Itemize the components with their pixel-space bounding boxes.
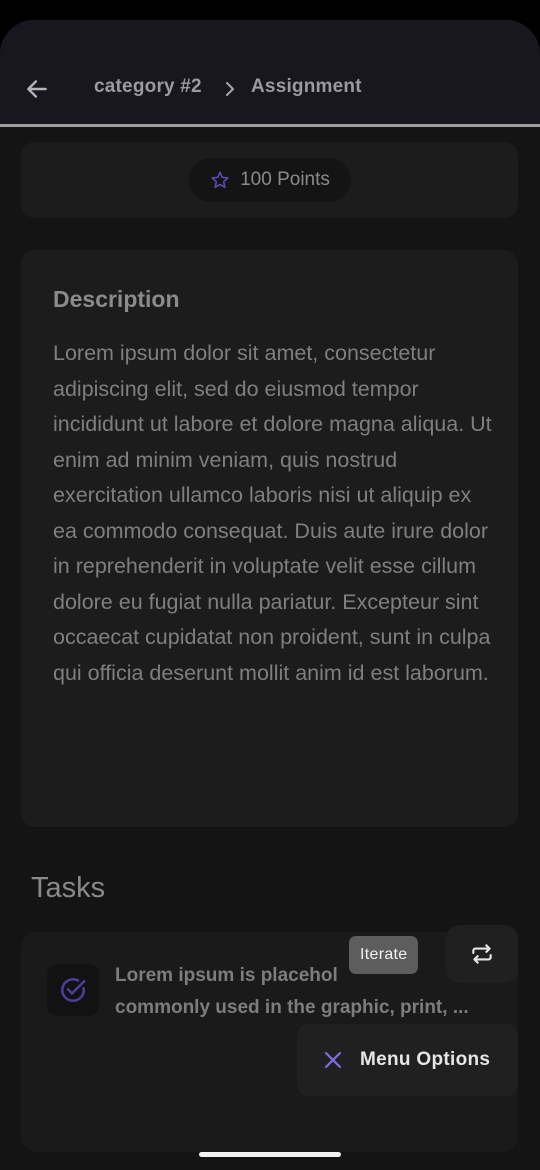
description-card: Description Lorem ipsum dolor sit amet, …: [21, 250, 518, 827]
points-label: 100 Points: [240, 169, 330, 190]
task-line-2: commonly used in the graphic, print, ...: [115, 997, 469, 1018]
iterate-tooltip: Iterate: [349, 936, 419, 974]
star-outline-icon: [211, 171, 229, 188]
tasks-title: Tasks: [31, 872, 106, 904]
close-icon: [321, 1048, 345, 1072]
chevron-right-icon: [220, 77, 240, 101]
description-title: Description: [53, 286, 180, 312]
points-chip: 100 Points: [189, 158, 351, 202]
breadcrumb-current: Assignment: [251, 76, 362, 97]
repeat-icon: [472, 944, 492, 964]
app-bar: category #2 Assignment: [0, 20, 540, 127]
task-line-1: Lorem ipsum is placehol: [115, 965, 338, 986]
description-body: Lorem ipsum dolor sit amet, consectetur …: [53, 341, 492, 685]
task-text: Lorem ipsum is placehol commonly used in…: [115, 960, 495, 1024]
menu-options-label: Menu Options: [360, 1049, 491, 1070]
iterate-button[interactable]: [446, 925, 518, 983]
breadcrumb-category[interactable]: category #2: [94, 76, 202, 98]
check-circle-icon: [61, 978, 86, 1003]
menu-options-button[interactable]: Menu Options: [297, 1024, 518, 1096]
points-card: 100 Points: [21, 142, 518, 218]
task-checkbox[interactable]: [47, 964, 99, 1016]
back-button[interactable]: [20, 72, 54, 106]
home-indicator[interactable]: [199, 1152, 341, 1157]
screen: category #2 Assignment 100 Points Descri…: [0, 20, 540, 1170]
arrow-left-icon: [27, 80, 47, 98]
